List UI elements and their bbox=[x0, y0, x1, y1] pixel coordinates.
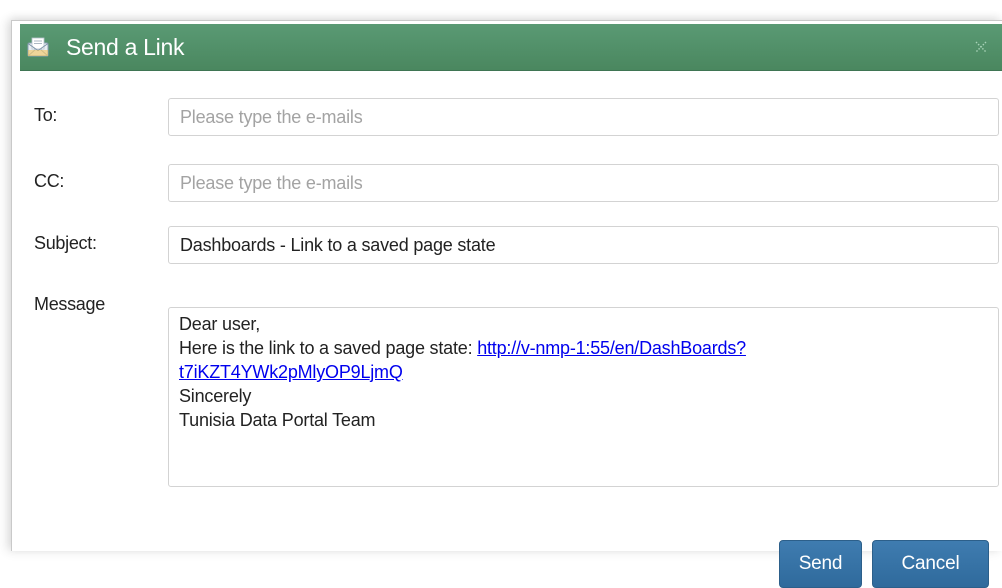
saved-page-link[interactable]: http://v-nmp-1:55/en/DashBoards? bbox=[477, 338, 746, 358]
close-icon[interactable] bbox=[974, 40, 988, 54]
envelope-icon bbox=[27, 37, 49, 57]
message-link-line: t7iKZT4YWk2pMlyOP9LjmQ bbox=[179, 360, 988, 384]
send-button[interactable]: Send bbox=[779, 540, 862, 588]
message-textarea[interactable]: Dear user, Here is the link to a saved p… bbox=[168, 307, 999, 487]
message-signature: Tunisia Data Portal Team bbox=[179, 410, 376, 430]
send-link-dialog: Send a Link To: CC: Subject: Message Dea… bbox=[11, 20, 1002, 588]
message-label: Message bbox=[34, 294, 105, 314]
to-input[interactable] bbox=[168, 98, 999, 136]
message-intro: Here is the link to a saved page state: bbox=[179, 338, 478, 358]
dialog-title: Send a Link bbox=[66, 34, 185, 60]
cc-input[interactable] bbox=[168, 164, 999, 202]
message-intro-line: Here is the link to a saved page state: … bbox=[179, 336, 988, 360]
message-greeting: Dear user, bbox=[179, 314, 261, 334]
saved-page-link-continued[interactable]: t7iKZT4YWk2pMlyOP9LjmQ bbox=[179, 362, 403, 382]
cc-label: CC: bbox=[34, 171, 65, 191]
cancel-button[interactable]: Cancel bbox=[872, 540, 989, 588]
to-label: To: bbox=[34, 105, 58, 125]
subject-input[interactable] bbox=[168, 226, 999, 264]
message-closing: Sincerely bbox=[179, 386, 252, 406]
dialog-titlebar[interactable]: Send a Link bbox=[20, 24, 1002, 71]
subject-label: Subject: bbox=[34, 233, 97, 253]
